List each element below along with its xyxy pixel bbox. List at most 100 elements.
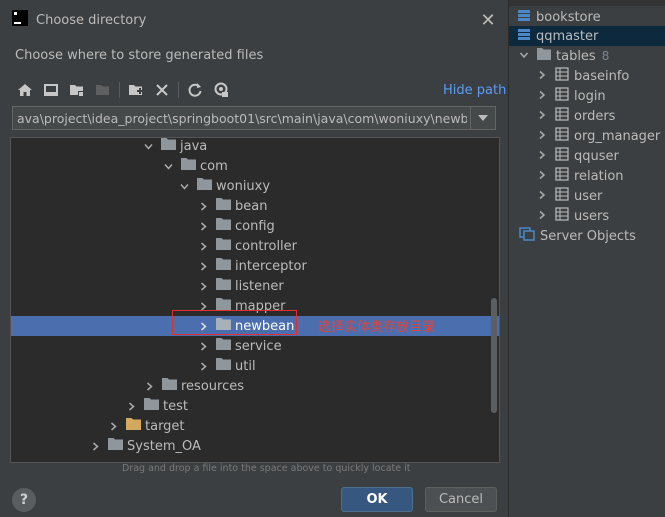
tree-item-label: interceptor	[235, 258, 307, 274]
tree-item-label: java	[180, 138, 208, 154]
help-button[interactable]: ?	[12, 488, 36, 512]
tree-item-label: bean	[235, 198, 268, 214]
folder-icon	[216, 278, 231, 294]
tree-item-label: System_OA	[127, 438, 201, 454]
annotation-text: 选择实体类存放目录	[318, 320, 436, 335]
directory-tree[interactable]: java com woniuxy bean config controller	[10, 137, 500, 463]
tree-row[interactable]: com	[11, 156, 499, 176]
chevron-right-icon[interactable]	[537, 129, 547, 144]
tree-row[interactable]: listener	[11, 276, 499, 296]
chevron-down-icon[interactable]	[161, 156, 175, 176]
dialog-title: Choose directory	[36, 12, 147, 28]
table-label: org_manager	[574, 128, 661, 144]
table-item[interactable]: user	[537, 186, 602, 206]
home-icon[interactable]	[12, 78, 38, 102]
tree-row[interactable]: System_OA	[11, 436, 499, 456]
desktop-icon[interactable]	[38, 78, 64, 102]
chevron-down-icon[interactable]	[470, 107, 495, 129]
table-item[interactable]: baseinfo	[537, 66, 629, 86]
tree-row[interactable]: target	[11, 416, 499, 436]
chevron-right-icon[interactable]	[88, 436, 102, 456]
table-label: user	[574, 188, 603, 204]
tree-item-label: listener	[235, 278, 284, 294]
folder-icon	[216, 358, 231, 374]
server-objects-label: Server Objects	[540, 228, 636, 244]
hide-path-link[interactable]: Hide path	[443, 83, 506, 98]
chevron-right-icon[interactable]	[537, 169, 547, 184]
chevron-right-icon[interactable]	[196, 256, 210, 276]
chevron-right-icon[interactable]	[196, 196, 210, 216]
intellij-logo-icon	[12, 10, 28, 30]
table-icon	[555, 207, 569, 225]
tables-label: tables	[556, 48, 596, 64]
path-combobox[interactable]	[12, 106, 496, 130]
path-input[interactable]	[13, 107, 471, 129]
table-label: baseinfo	[574, 68, 630, 84]
chevron-right-icon[interactable]	[196, 356, 210, 376]
chevron-right-icon[interactable]	[537, 69, 547, 84]
tree-item-label: controller	[235, 238, 298, 254]
table-item[interactable]: login	[537, 86, 606, 106]
chevron-right-icon[interactable]	[196, 236, 210, 256]
server-objects-node[interactable]: Server Objects	[519, 226, 636, 246]
chevron-right-icon[interactable]	[537, 109, 547, 124]
db-item-qqmaster[interactable]: qqmaster	[509, 26, 665, 46]
chevron-down-icon[interactable]	[141, 138, 155, 156]
chevron-down-icon[interactable]	[177, 176, 191, 196]
project-folder-icon[interactable]	[64, 78, 90, 102]
table-item[interactable]: org_manager	[537, 126, 660, 146]
tree-row[interactable]: woniuxy	[11, 176, 499, 196]
chevron-right-icon[interactable]	[537, 149, 547, 164]
table-item[interactable]: orders	[537, 106, 615, 126]
tree-row[interactable]: interceptor	[11, 256, 499, 276]
chevron-right-icon[interactable]	[196, 336, 210, 356]
tables-node[interactable]: tables 8	[519, 46, 609, 66]
table-icon	[555, 127, 569, 145]
new-folder-icon[interactable]	[123, 78, 149, 102]
table-item[interactable]: users	[537, 206, 609, 226]
tables-count: 8	[601, 49, 610, 63]
tree-row[interactable]: resources	[11, 376, 499, 396]
tree-row[interactable]: util	[11, 356, 499, 376]
table-label: relation	[574, 168, 624, 184]
chevron-right-icon[interactable]	[142, 376, 156, 396]
module-folder-icon[interactable]	[90, 78, 116, 102]
tree-item-label: util	[235, 358, 256, 374]
tree-row[interactable]: service	[11, 336, 499, 356]
tree-item-label: service	[235, 338, 282, 354]
tree-item-label: test	[163, 398, 188, 414]
choose-directory-dialog: Choose directory ✕ Choose where to store…	[0, 0, 508, 517]
tree-row[interactable]: test	[11, 396, 499, 416]
chevron-right-icon[interactable]	[106, 416, 120, 436]
chevron-right-icon[interactable]	[124, 396, 138, 416]
cancel-button[interactable]: Cancel	[425, 487, 497, 512]
server-objects-icon	[519, 227, 535, 245]
table-item[interactable]: relation	[537, 166, 624, 186]
chevron-down-icon[interactable]	[519, 49, 529, 64]
close-icon[interactable]: ✕	[480, 12, 496, 30]
db-item-bookstore[interactable]: bookstore	[517, 7, 601, 27]
ok-button[interactable]: OK	[341, 487, 413, 512]
delete-icon[interactable]	[149, 78, 175, 102]
chevron-right-icon[interactable]	[196, 276, 210, 296]
tree-item-label: target	[145, 418, 185, 434]
folder-icon	[216, 338, 231, 354]
chevron-right-icon[interactable]	[537, 189, 547, 204]
chevron-right-icon[interactable]	[537, 89, 547, 104]
refresh-icon[interactable]	[182, 78, 208, 102]
tree-row[interactable]: java	[11, 138, 499, 156]
toolbar	[12, 78, 234, 102]
tree-row[interactable]: bean	[11, 196, 499, 216]
table-icon	[555, 167, 569, 185]
database-panel: bookstore qqmaster tables 8 baseinfo log…	[508, 0, 665, 517]
tree-scrollbar[interactable]	[491, 298, 497, 413]
tree-row[interactable]: config	[11, 216, 499, 236]
folder-icon	[108, 438, 123, 454]
chevron-right-icon[interactable]	[537, 209, 547, 224]
tree-row[interactable]: controller	[11, 236, 499, 256]
table-icon	[555, 87, 569, 105]
show-hidden-icon[interactable]	[208, 78, 234, 102]
table-icon	[555, 187, 569, 205]
chevron-right-icon[interactable]	[196, 216, 210, 236]
table-item[interactable]: qquser	[537, 146, 619, 166]
